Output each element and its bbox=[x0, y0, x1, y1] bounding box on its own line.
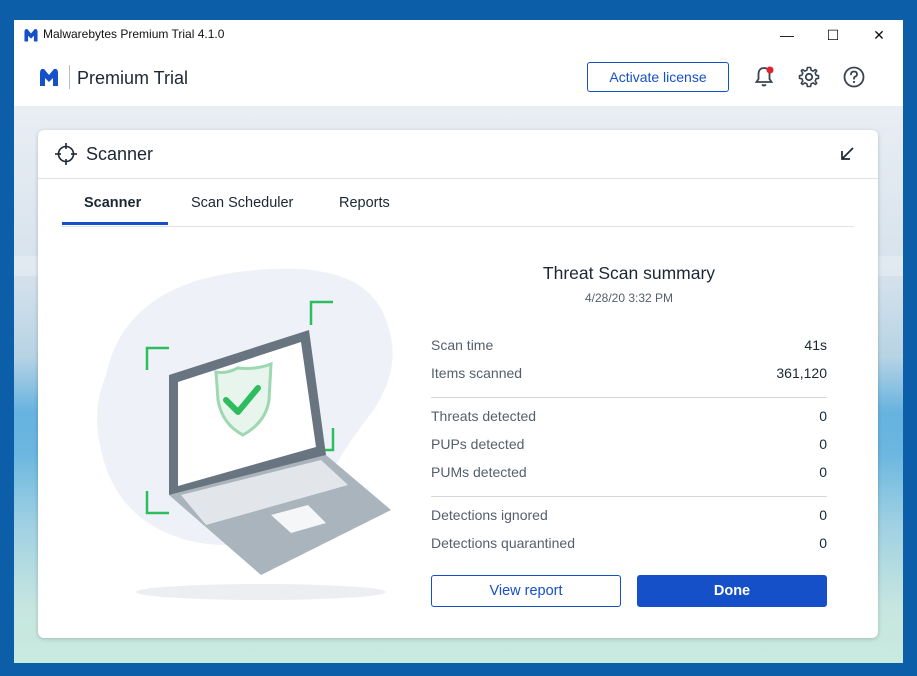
window-title: Malwarebytes Premium Trial 4.1.0 bbox=[43, 27, 225, 41]
collapse-arrow-icon[interactable] bbox=[838, 145, 856, 163]
brand-name: Premium Trial bbox=[77, 68, 189, 88]
summary-row: PUMs detected 0 bbox=[431, 464, 827, 484]
crosshair-icon bbox=[55, 143, 77, 165]
tab-bar: Scanner Scan Scheduler Reports bbox=[62, 178, 854, 227]
summary-row: PUPs detected 0 bbox=[431, 436, 827, 456]
malwarebytes-logo-icon bbox=[40, 68, 58, 86]
minimize-button[interactable]: — bbox=[764, 20, 810, 50]
active-tab-indicator bbox=[62, 222, 168, 225]
row-value: 0 bbox=[819, 408, 827, 424]
summary-title: Threat Scan summary bbox=[542, 263, 716, 283]
row-value: 41s bbox=[804, 337, 827, 353]
row-label: Threats detected bbox=[431, 408, 537, 424]
row-label: Detections quarantined bbox=[431, 535, 575, 551]
summary-row: Detections ignored 0 bbox=[431, 507, 827, 527]
row-label: Scan time bbox=[431, 337, 494, 353]
row-label: Detections ignored bbox=[431, 507, 548, 523]
tab-reports[interactable]: Reports bbox=[339, 195, 390, 211]
summary-row: Detections quarantined 0 bbox=[431, 535, 827, 555]
bell-icon[interactable] bbox=[752, 65, 776, 89]
summary-row: Threats detected 0 bbox=[431, 408, 827, 428]
row-value: 0 bbox=[819, 436, 827, 452]
row-value: 0 bbox=[819, 535, 827, 551]
malwarebytes-logo-icon bbox=[24, 29, 38, 42]
gear-icon[interactable] bbox=[797, 65, 821, 89]
row-value: 0 bbox=[819, 464, 827, 480]
divider bbox=[431, 496, 827, 497]
card-title: Scanner bbox=[86, 144, 154, 164]
brand-divider bbox=[69, 65, 70, 89]
done-button[interactable]: Done bbox=[637, 575, 827, 607]
row-value: 361,120 bbox=[776, 365, 827, 381]
row-label: PUPs detected bbox=[431, 436, 525, 452]
tab-scanner[interactable]: Scanner bbox=[84, 195, 141, 211]
app-window: Malwarebytes Premium Trial 4.1.0 — ☐ ✕ P… bbox=[14, 20, 903, 663]
summary-date: 4/28/20 3:32 PM bbox=[584, 291, 674, 305]
title-bar[interactable]: Malwarebytes Premium Trial 4.1.0 — ☐ ✕ bbox=[14, 20, 903, 50]
laptop-shield-illustration bbox=[97, 268, 393, 600]
row-label: PUMs detected bbox=[431, 464, 527, 480]
divider bbox=[431, 397, 827, 398]
close-button[interactable]: ✕ bbox=[856, 20, 902, 50]
summary-row: Items scanned 361,120 bbox=[431, 365, 827, 385]
app-header: Premium Trial Activate license bbox=[14, 50, 903, 106]
view-report-button[interactable]: View report bbox=[431, 575, 621, 607]
card-header: Scanner bbox=[38, 130, 878, 179]
summary-row: Scan time 41s bbox=[431, 337, 827, 357]
row-value: 0 bbox=[819, 507, 827, 523]
scanner-card: Scanner Scanner Scan Scheduler Reports T… bbox=[38, 130, 878, 638]
activate-license-button[interactable]: Activate license bbox=[587, 62, 729, 92]
row-label: Items scanned bbox=[431, 365, 523, 381]
help-icon[interactable] bbox=[842, 65, 866, 89]
tab-scan-scheduler[interactable]: Scan Scheduler bbox=[191, 195, 293, 211]
maximize-button[interactable]: ☐ bbox=[810, 20, 856, 50]
